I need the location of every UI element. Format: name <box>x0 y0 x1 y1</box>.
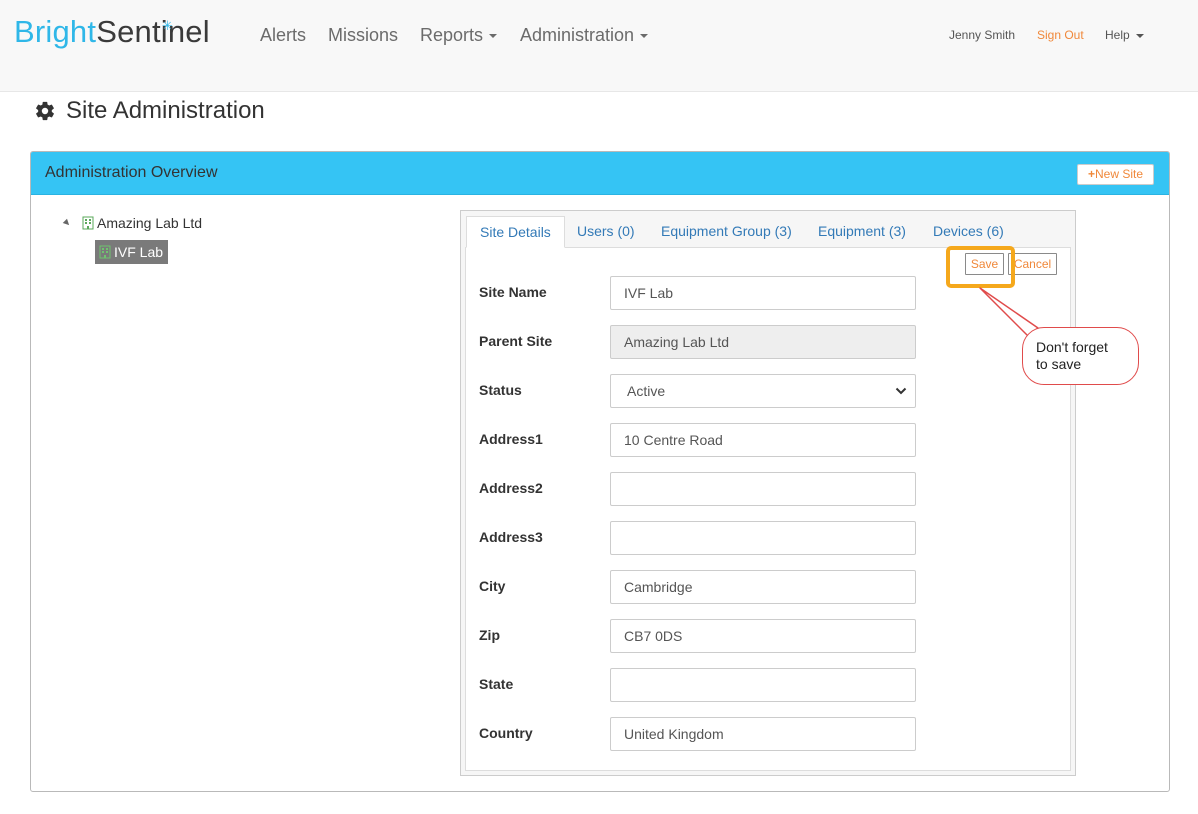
tab-devices[interactable]: Devices (6) <box>920 216 1017 248</box>
parent-site-input: Amazing Lab Ltd <box>610 325 916 359</box>
page-title-text: Site Administration <box>66 97 265 124</box>
address1-input[interactable]: 10 Centre Road <box>610 423 916 457</box>
gear-icon <box>36 101 54 121</box>
nav-administration[interactable]: Administration <box>520 25 649 45</box>
callout-line2: to save <box>1036 356 1082 372</box>
city-label: City <box>479 578 506 594</box>
cancel-button[interactable]: Cancel <box>1008 253 1057 275</box>
brand-logo[interactable]: BrightSentinel ✳ <box>14 14 210 50</box>
sign-out-link[interactable]: Sign Out <box>1037 28 1084 42</box>
user-name: Jenny Smith <box>949 28 1016 42</box>
state-label: State <box>479 676 514 692</box>
country-input[interactable]: United Kingdom <box>610 717 916 751</box>
page-title: Site Administration <box>34 97 265 125</box>
address2-label: Address2 <box>479 480 543 496</box>
address2-input[interactable] <box>610 472 916 506</box>
address3-label: Address3 <box>479 529 543 545</box>
tree-node-root[interactable]: Amazing Lab Ltd <box>82 215 202 231</box>
save-reminder-callout: Don't forget to save <box>1022 327 1139 385</box>
site-name-input[interactable]: IVF Lab <box>610 276 916 310</box>
new-site-label: New Site <box>1094 167 1144 181</box>
tab-equipment[interactable]: Equipment (3) <box>805 216 919 248</box>
address1-label: Address1 <box>479 431 543 447</box>
nav-reports-label: Reports <box>420 25 484 45</box>
tab-users[interactable]: Users (0) <box>564 216 648 248</box>
top-navbar: BrightSentinel ✳ Alerts Missions Reports… <box>0 0 1198 92</box>
help-label: Help <box>1105 28 1130 42</box>
tree-node-selected-label: IVF Lab <box>114 244 164 260</box>
state-input[interactable] <box>610 668 916 702</box>
tree-node-selected[interactable]: IVF Lab <box>95 240 169 264</box>
caret-down-icon <box>640 34 649 39</box>
callout-line1: Don't forget <box>1036 339 1108 355</box>
parent-site-label: Parent Site <box>479 333 553 349</box>
panel-title: Administration Overview <box>45 164 218 181</box>
building-icon <box>99 245 111 259</box>
plus-icon: + <box>1087 167 1095 181</box>
building-icon <box>82 216 94 230</box>
brand-part2: Sentinel <box>96 14 210 49</box>
site-name-label: Site Name <box>479 284 547 300</box>
tree-node-root-label: Amazing Lab Ltd <box>97 215 203 231</box>
nav-alerts[interactable]: Alerts <box>260 25 306 45</box>
city-input[interactable]: Cambridge <box>610 570 916 604</box>
nav-reports[interactable]: Reports <box>420 25 498 45</box>
status-select[interactable]: Active <box>610 374 916 408</box>
new-site-button[interactable]: +New Site <box>1077 164 1154 185</box>
brand-part1: Bright <box>14 14 97 49</box>
caret-down-icon <box>1135 33 1144 38</box>
help-menu[interactable]: Help <box>1105 28 1144 42</box>
chevron-down-icon <box>895 387 907 395</box>
zip-label: Zip <box>479 627 500 643</box>
save-button[interactable]: Save <box>965 253 1004 275</box>
country-label: Country <box>479 725 533 741</box>
caret-down-icon <box>489 34 498 39</box>
tab-site-details[interactable]: Site Details <box>466 216 565 248</box>
address3-input[interactable] <box>610 521 916 555</box>
panel-header: Administration Overview +New Site <box>31 152 1169 195</box>
status-label: Status <box>479 382 522 398</box>
tab-equipment-group[interactable]: Equipment Group (3) <box>648 216 805 248</box>
nav-missions[interactable]: Missions <box>328 25 398 45</box>
zip-input[interactable]: CB7 0DS <box>610 619 916 653</box>
nav-administration-label: Administration <box>520 25 635 45</box>
status-select-value: Active <box>627 383 666 399</box>
sparkle-icon: ✳ <box>162 18 174 33</box>
